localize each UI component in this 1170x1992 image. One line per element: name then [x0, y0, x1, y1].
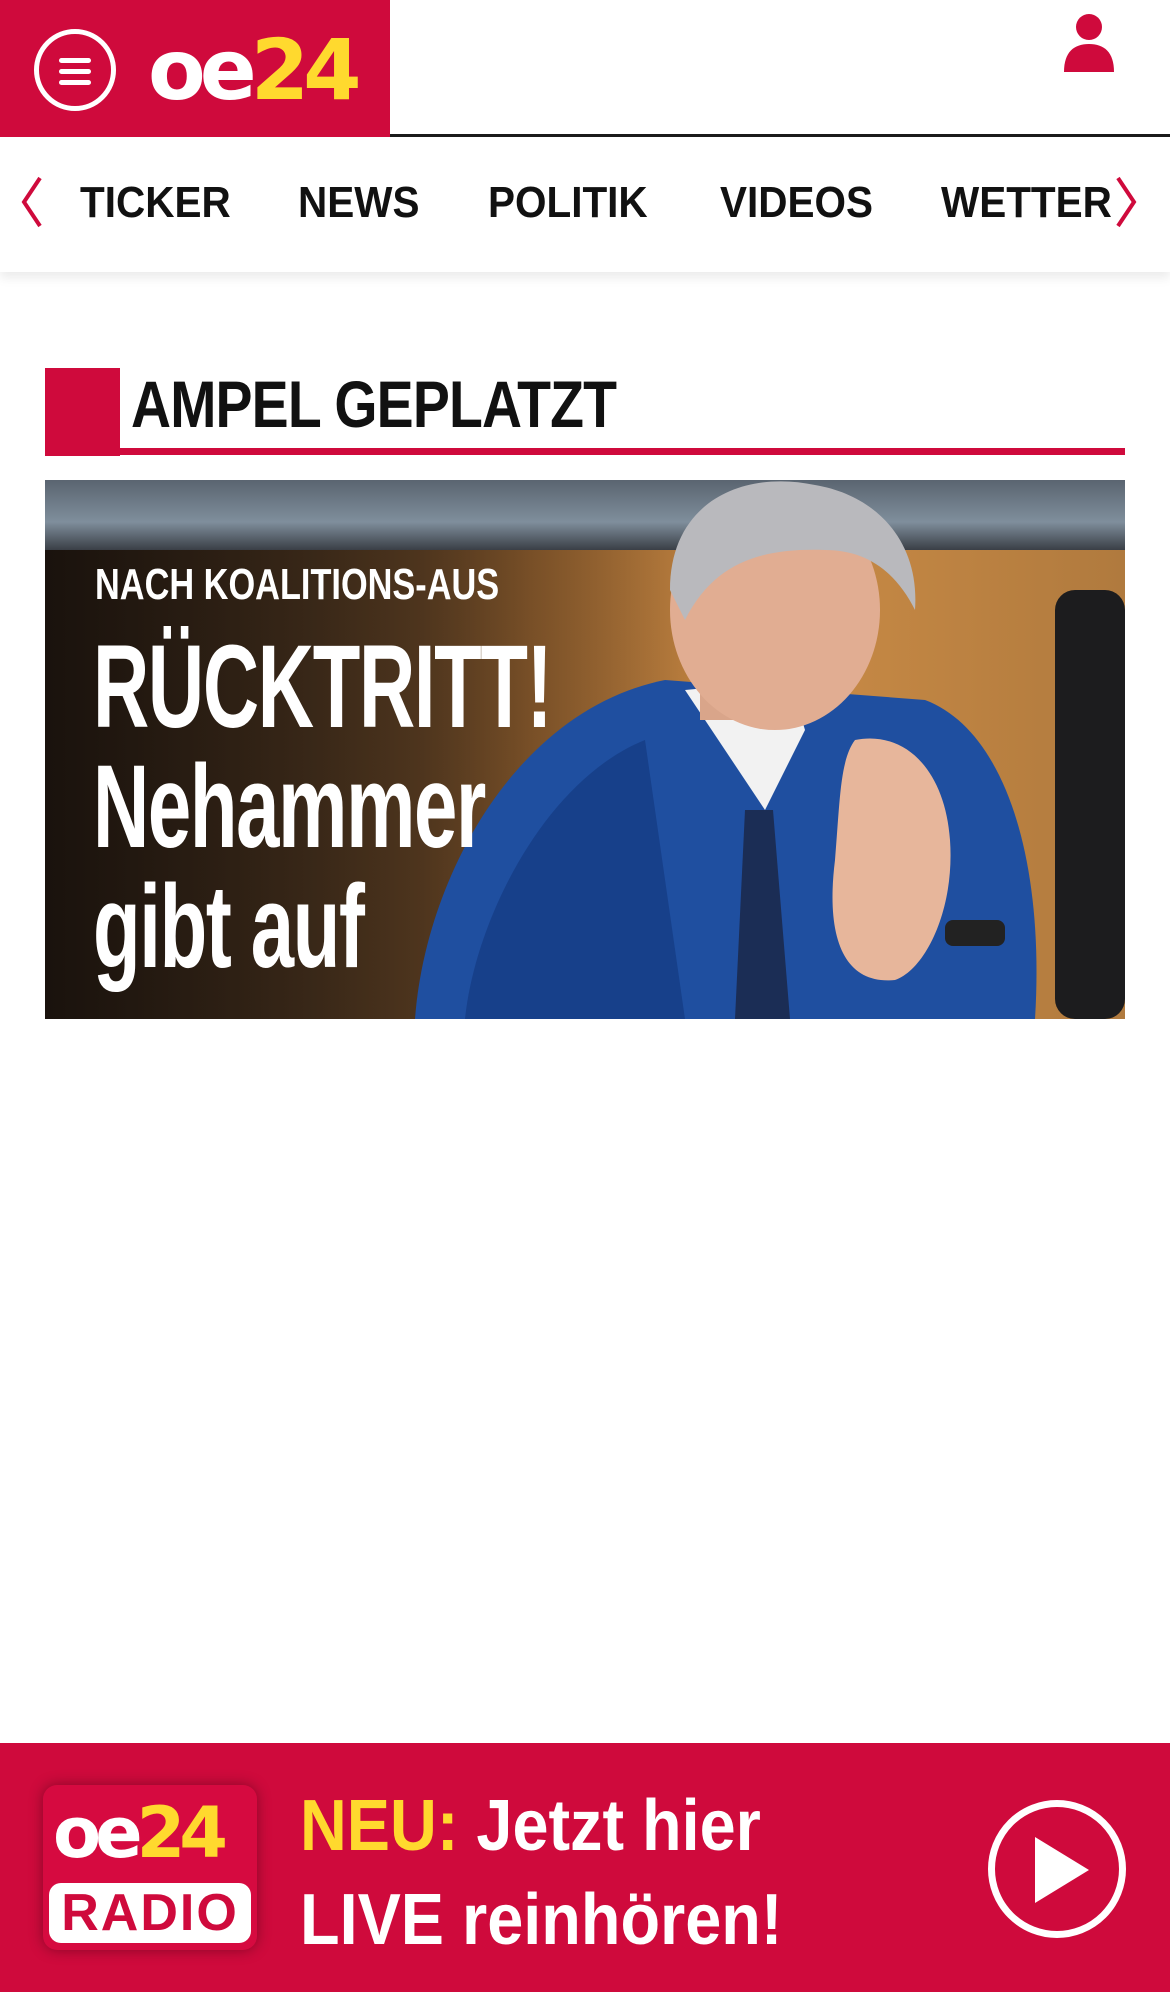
section-underline [45, 448, 1125, 455]
nav-item-wetter[interactable]: WETTER [941, 178, 1112, 228]
radio-logo-label: RADIO [49, 1883, 251, 1943]
section-heading: AMPEL GEPLATZT [45, 368, 1125, 456]
logo-text-oe: oe [148, 21, 257, 119]
nav-item-news[interactable]: NEWS [298, 178, 419, 228]
chevron-right-icon[interactable] [1112, 174, 1142, 230]
hero-kicker: NACH KOALITIONS-AUS [95, 560, 500, 609]
hero-headline-line3: gibt auf [93, 861, 365, 993]
play-button[interactable] [988, 1800, 1126, 1938]
radio-logo-oe24: oe24 [53, 1792, 228, 1874]
radio-banner-highlight: NEU: [300, 1786, 459, 1866]
brand-block: oe24 [0, 0, 390, 137]
user-icon[interactable] [1060, 12, 1118, 72]
hero-article-image[interactable]: NACH KOALITIONS-AUS RÜCKTRITT! Nehammer … [45, 480, 1125, 1019]
logo-text-24: 24 [250, 21, 362, 119]
nav-item-politik[interactable]: POLITIK [488, 178, 648, 228]
radio-banner-line2: LIVE reinhören! [300, 1880, 783, 1960]
category-nav: TICKER NEWS POLITIK VIDEOS WETTER [0, 140, 1170, 272]
site-logo[interactable]: oe24 [148, 21, 362, 119]
radio-banner-text: NEU: Jetzt hier LIVE reinhören! [300, 1779, 782, 1967]
radio-logo: oe24 RADIO [43, 1785, 257, 1950]
radio-logo-text-24: 24 [136, 1792, 228, 1874]
hamburger-menu-icon[interactable] [34, 29, 116, 111]
chevron-left-icon[interactable] [16, 174, 46, 230]
radio-logo-text-oe: oe [53, 1792, 143, 1874]
play-icon [1035, 1837, 1089, 1903]
radio-banner-line1: Jetzt hier [458, 1786, 761, 1866]
section-marker [45, 368, 120, 456]
section-title[interactable]: AMPEL GEPLATZT [131, 368, 617, 440]
hero-headline-line2: Nehammer [93, 741, 486, 873]
nav-item-videos[interactable]: VIDEOS [720, 178, 873, 228]
site-header: oe24 [0, 0, 1170, 137]
radio-live-banner[interactable]: oe24 RADIO NEU: Jetzt hier LIVE reinhöre… [0, 1743, 1170, 1992]
hero-headline-line1: RÜCKTRITT! [93, 621, 553, 753]
nav-item-ticker[interactable]: TICKER [80, 178, 231, 228]
